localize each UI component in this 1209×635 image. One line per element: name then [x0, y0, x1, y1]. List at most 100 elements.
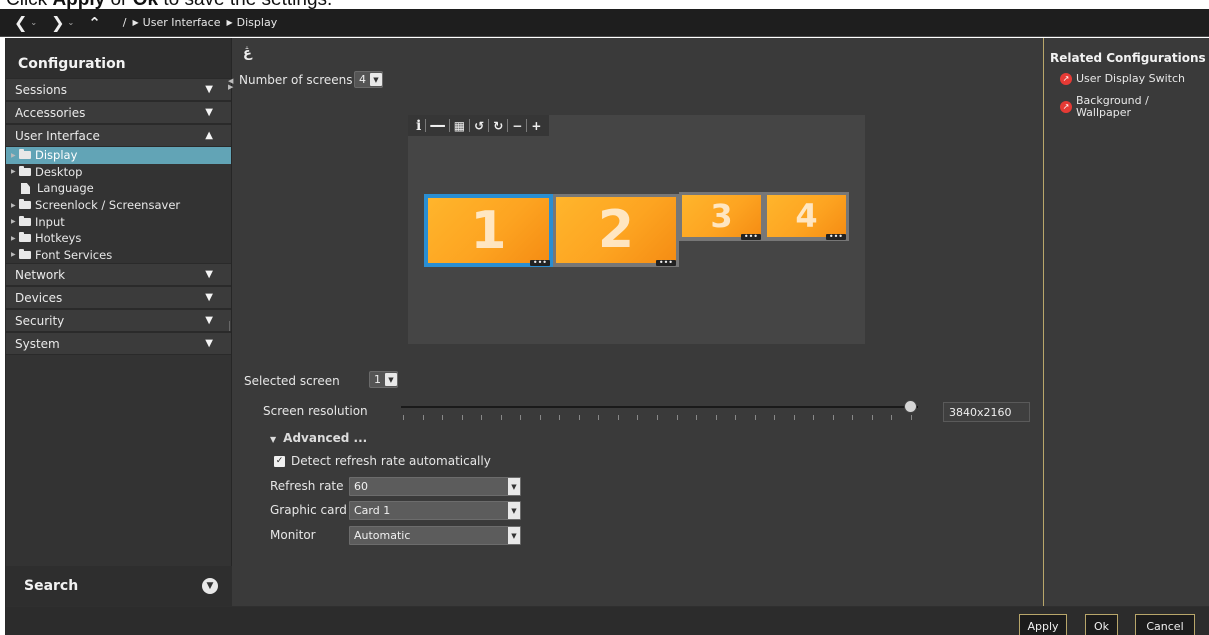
number-of-screens-select[interactable]: 4 ▼	[354, 71, 383, 88]
chevron-down-icon: ⌄	[30, 18, 38, 27]
tree-item-hotkeys[interactable]: ▶ Hotkeys	[6, 230, 231, 247]
slider-tick	[755, 415, 756, 420]
info-icon[interactable]: i	[412, 118, 425, 134]
selected-screen-select[interactable]: 1 ▼	[369, 371, 398, 388]
graphic-card-select[interactable]: Card 1 ▼	[349, 501, 521, 520]
slider-tick	[696, 415, 697, 420]
slider-tick	[637, 415, 638, 420]
sidebar-section-label: User Interface	[15, 128, 100, 143]
back-button[interactable]: ❮ ⌄	[14, 13, 37, 32]
screen-1[interactable]: 1 •••	[424, 194, 553, 267]
sidebar-section-system[interactable]: System ▼	[6, 332, 231, 356]
slider-tick	[403, 415, 404, 420]
triangle-down-icon: ▼	[205, 107, 213, 118]
monitor-value: Automatic	[354, 529, 411, 542]
dialog-button-bar: Apply Ok Cancel	[6, 606, 1209, 635]
reset-icon[interactable]: ڠ	[243, 46, 252, 61]
expand-arrow-icon: ▶	[11, 151, 16, 159]
folder-icon	[19, 149, 31, 160]
rotate-left-icon[interactable]: ↺	[470, 119, 488, 133]
advanced-toggle[interactable]: ▼ Advanced ...	[270, 431, 367, 445]
monitor-select[interactable]: Automatic ▼	[349, 526, 521, 545]
horizontal-layout-icon[interactable]: ━━	[426, 119, 448, 133]
more-dots-icon[interactable]: •••	[655, 259, 676, 267]
sidebar-title: Configuration	[6, 38, 231, 78]
splitter-line[interactable]	[229, 321, 230, 331]
dropdown-arrow-icon: ▼	[370, 73, 382, 86]
more-dots-icon[interactable]: •••	[740, 233, 761, 241]
expand-arrow-icon: ▶	[11, 218, 16, 226]
number-of-screens-value: 4	[359, 73, 366, 86]
slider-tick	[481, 415, 482, 420]
forward-icon: ❯	[51, 13, 65, 32]
related-configurations-title: Related Configurations	[1050, 51, 1206, 65]
breadcrumb-display[interactable]: Display	[237, 16, 278, 29]
slider-tick	[598, 415, 599, 420]
tree-item-language[interactable]: Language	[6, 180, 231, 197]
slider-tick	[872, 415, 873, 420]
slider-tick	[774, 415, 775, 420]
search-panel-toggle[interactable]: Search ▼	[6, 566, 232, 606]
display-settings-panel: ڠ Number of screens 4▼ i ━━ ▦ ↺ ↻ − + 1	[233, 38, 1043, 606]
external-link-icon: ↗	[1060, 73, 1072, 85]
tree-item-label: Desktop	[35, 164, 83, 179]
sidebar-section-user-interface[interactable]: User Interface ▲	[6, 124, 231, 147]
sidebar-section-network[interactable]: Network ▼	[6, 263, 231, 287]
more-dots-icon[interactable]: •••	[529, 259, 550, 267]
triangle-down-icon: ▼	[270, 435, 277, 444]
external-link-icon: ↗	[1060, 101, 1072, 113]
screen-3[interactable]: 3 •••	[679, 192, 764, 241]
slider-tick	[501, 415, 502, 420]
slider-ticks	[403, 415, 913, 420]
related-link-background-wallpaper[interactable]: ↗ Background / Wallpaper	[1060, 95, 1170, 119]
up-button[interactable]: ⌃	[88, 14, 101, 32]
slider-handle[interactable]	[904, 400, 917, 413]
up-icon: ⌃	[88, 13, 101, 32]
breadcrumb-arrow-icon: ▶	[226, 18, 233, 27]
tree-item-input[interactable]: ▶ Input	[6, 213, 231, 230]
breadcrumb-user-interface[interactable]: User Interface	[143, 16, 221, 29]
screen-number: 4	[767, 195, 846, 237]
slider-tick	[579, 415, 580, 420]
cancel-button[interactable]: Cancel	[1135, 614, 1195, 635]
more-dots-icon[interactable]: •••	[825, 233, 846, 241]
rotate-right-icon[interactable]: ↻	[489, 119, 507, 133]
triangle-down-icon: ▼	[205, 292, 213, 304]
graphic-card-value: Card 1	[354, 504, 391, 517]
sidebar-section-label: Accessories	[15, 105, 86, 120]
slider-tick	[520, 415, 521, 420]
refresh-rate-select[interactable]: 60 ▼	[349, 477, 521, 496]
screen-4[interactable]: 4 •••	[764, 192, 849, 241]
tree-item-screenlock[interactable]: ▶ Screenlock / Screensaver	[6, 197, 231, 214]
related-link-label: Background / Wallpaper	[1076, 94, 1149, 119]
advanced-label: Advanced ...	[283, 431, 368, 445]
folder-icon	[19, 248, 31, 259]
forward-button[interactable]: ❯ ⌄	[51, 13, 74, 32]
sidebar-section-accessories[interactable]: Accessories ▼	[6, 101, 231, 124]
sidebar-section-label: Network	[15, 267, 66, 282]
sidebar-section-security[interactable]: Security ▼	[6, 309, 231, 333]
screen-arrangement-canvas[interactable]: i ━━ ▦ ↺ ↻ − + 1 ••• 2 ••• 3 ••• 4 •••	[408, 115, 865, 344]
detect-refresh-checkbox[interactable]: ✓ Detect refresh rate automatically	[274, 454, 491, 468]
related-link-user-display-switch[interactable]: ↗ User Display Switch	[1060, 73, 1185, 85]
grid-layout-icon[interactable]: ▦	[450, 119, 469, 133]
sidebar-section-devices[interactable]: Devices ▼	[6, 286, 231, 310]
tree-item-display[interactable]: ▶ Display	[6, 147, 231, 164]
tree-item-font-services[interactable]: ▶ Font Services	[6, 247, 231, 264]
sidebar-section-sessions[interactable]: Sessions ▼	[6, 78, 231, 101]
ok-button[interactable]: Ok	[1085, 614, 1118, 635]
zoom-in-icon[interactable]: +	[527, 119, 545, 133]
zoom-out-icon[interactable]: −	[508, 119, 526, 133]
slider-tick	[794, 415, 795, 420]
resolution-slider[interactable]	[401, 400, 918, 413]
screen-2[interactable]: 2 •••	[553, 194, 679, 267]
apply-button[interactable]: Apply	[1019, 614, 1067, 635]
tree-item-label: Screenlock / Screensaver	[35, 198, 181, 213]
related-configurations-panel: Related Configurations ↗ User Display Swi…	[1043, 38, 1209, 606]
tree-item-desktop[interactable]: ▶ Desktop	[6, 164, 231, 181]
selected-screen-value: 1	[374, 373, 381, 386]
checkmark-icon[interactable]: ✓	[274, 455, 285, 467]
breadcrumb-root[interactable]: /	[123, 16, 127, 29]
slider-tick	[423, 415, 424, 420]
detect-refresh-label: Detect refresh rate automatically	[291, 454, 491, 468]
